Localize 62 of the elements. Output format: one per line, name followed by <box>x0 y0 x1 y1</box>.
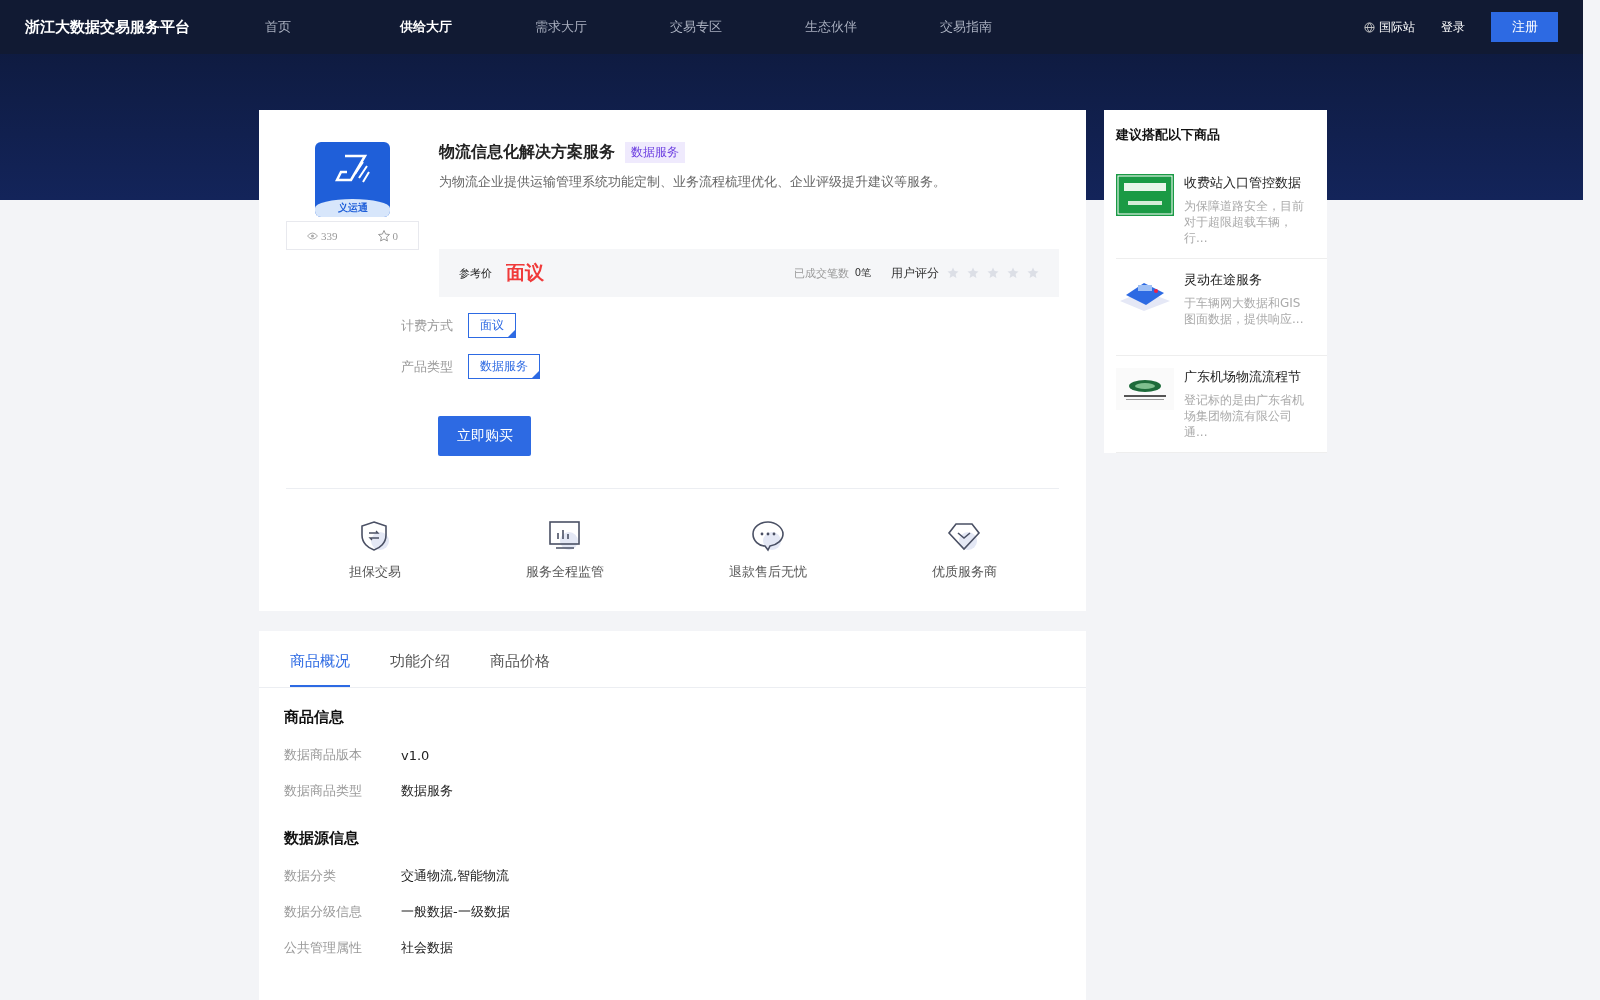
rating-label: 用户评分 <box>891 264 939 282</box>
option-label: 产品类型 <box>401 357 453 376</box>
nav-link[interactable]: 生态伙伴 <box>805 18 940 36</box>
field-label: 数据商品版本 <box>284 746 363 764</box>
product-summary: 登记标的是由广东省机场集团物流有限公司通... <box>1184 392 1305 440</box>
product-title: 物流信息化解决方案服务 <box>439 142 615 163</box>
star-icon <box>947 267 959 279</box>
feature-label: 服务全程监管 <box>525 563 604 581</box>
star-icon <box>1007 267 1019 279</box>
panel-title: 建议搭配以下商品 <box>1114 126 1221 144</box>
buy-button[interactable]: 立即购买 <box>438 416 531 456</box>
option-chip[interactable]: 面议 <box>468 313 516 338</box>
field-value: v1.0 <box>401 747 430 763</box>
eye-icon <box>307 231 318 240</box>
favorite-count: 0 <box>377 229 398 242</box>
field-label: 数据商品类型 <box>284 782 363 800</box>
deals-label: 已成交笔数 <box>793 265 849 281</box>
field-label: 数据分类 <box>284 867 337 885</box>
tab[interactable]: 商品概况 <box>290 652 350 687</box>
field-value: 社会数据 <box>401 939 453 957</box>
feature-label: 优质服务商 <box>931 563 997 581</box>
tab[interactable]: 商品价格 <box>490 652 550 687</box>
option-label: 计费方式 <box>401 316 453 335</box>
product-name[interactable]: 灵动在途服务 <box>1184 271 1309 289</box>
option-chip[interactable]: 数据服务 <box>468 354 540 379</box>
nav-link[interactable]: 交易专区 <box>670 18 805 36</box>
star-icon <box>987 267 999 279</box>
star-outline-icon <box>377 229 390 242</box>
site-logo[interactable]: 浙江大数据交易服务平台 <box>25 17 265 37</box>
price-label: 参考价 <box>459 265 492 281</box>
view-count: 339 <box>307 229 338 242</box>
section-title: 数据源信息 <box>284 829 360 848</box>
product-name[interactable]: 广东机场物流流程节 <box>1184 368 1309 386</box>
field-label: 数据分级信息 <box>284 903 363 921</box>
product-name[interactable]: 收费站入口管控数据 <box>1184 174 1309 192</box>
field-value: 一般数据-一级数据 <box>401 903 510 921</box>
product-summary: 为保障道路安全，目前对于超限超载车辆，行... <box>1184 198 1305 246</box>
register-button[interactable]: 注册 <box>1491 12 1558 42</box>
nav-link[interactable]: 交易指南 <box>940 18 1075 36</box>
star-icon <box>1027 267 1039 279</box>
globe-icon <box>1364 21 1375 33</box>
field-label: 公共管理属性 <box>284 939 363 957</box>
nav-link[interactable]: 供给大厅 <box>400 18 535 36</box>
nav-link[interactable]: 首页 <box>265 18 400 36</box>
field-value: 交通物流,智能物流 <box>401 867 510 885</box>
category-tag: 数据服务 <box>625 142 685 163</box>
star-icon <box>967 267 979 279</box>
feature-label: 担保交易 <box>348 563 401 581</box>
logo-text: 义运通 <box>315 199 390 217</box>
section-title: 商品信息 <box>284 708 345 727</box>
international-link[interactable]: 国际站 <box>1364 18 1415 36</box>
product-description: 为物流企业提供运输管理系统功能定制、业务流程梳理优化、企业评级提升建议等服务。 <box>439 173 947 191</box>
feature-label: 退款售后无忧 <box>728 563 807 581</box>
monitor-chart-icon <box>546 519 583 553</box>
nav-link[interactable]: 需求大厅 <box>535 18 670 36</box>
login-link[interactable]: 登录 <box>1441 18 1465 36</box>
price-value: 面议 <box>506 260 544 285</box>
chat-bubble-icon <box>749 519 786 553</box>
field-value: 数据服务 <box>401 782 453 800</box>
product-summary: 于车辆网大数据和GIS图面数据，提供响应... <box>1184 295 1305 327</box>
deals-count: 0笔 <box>854 266 871 280</box>
tab[interactable]: 功能介绍 <box>390 652 450 687</box>
